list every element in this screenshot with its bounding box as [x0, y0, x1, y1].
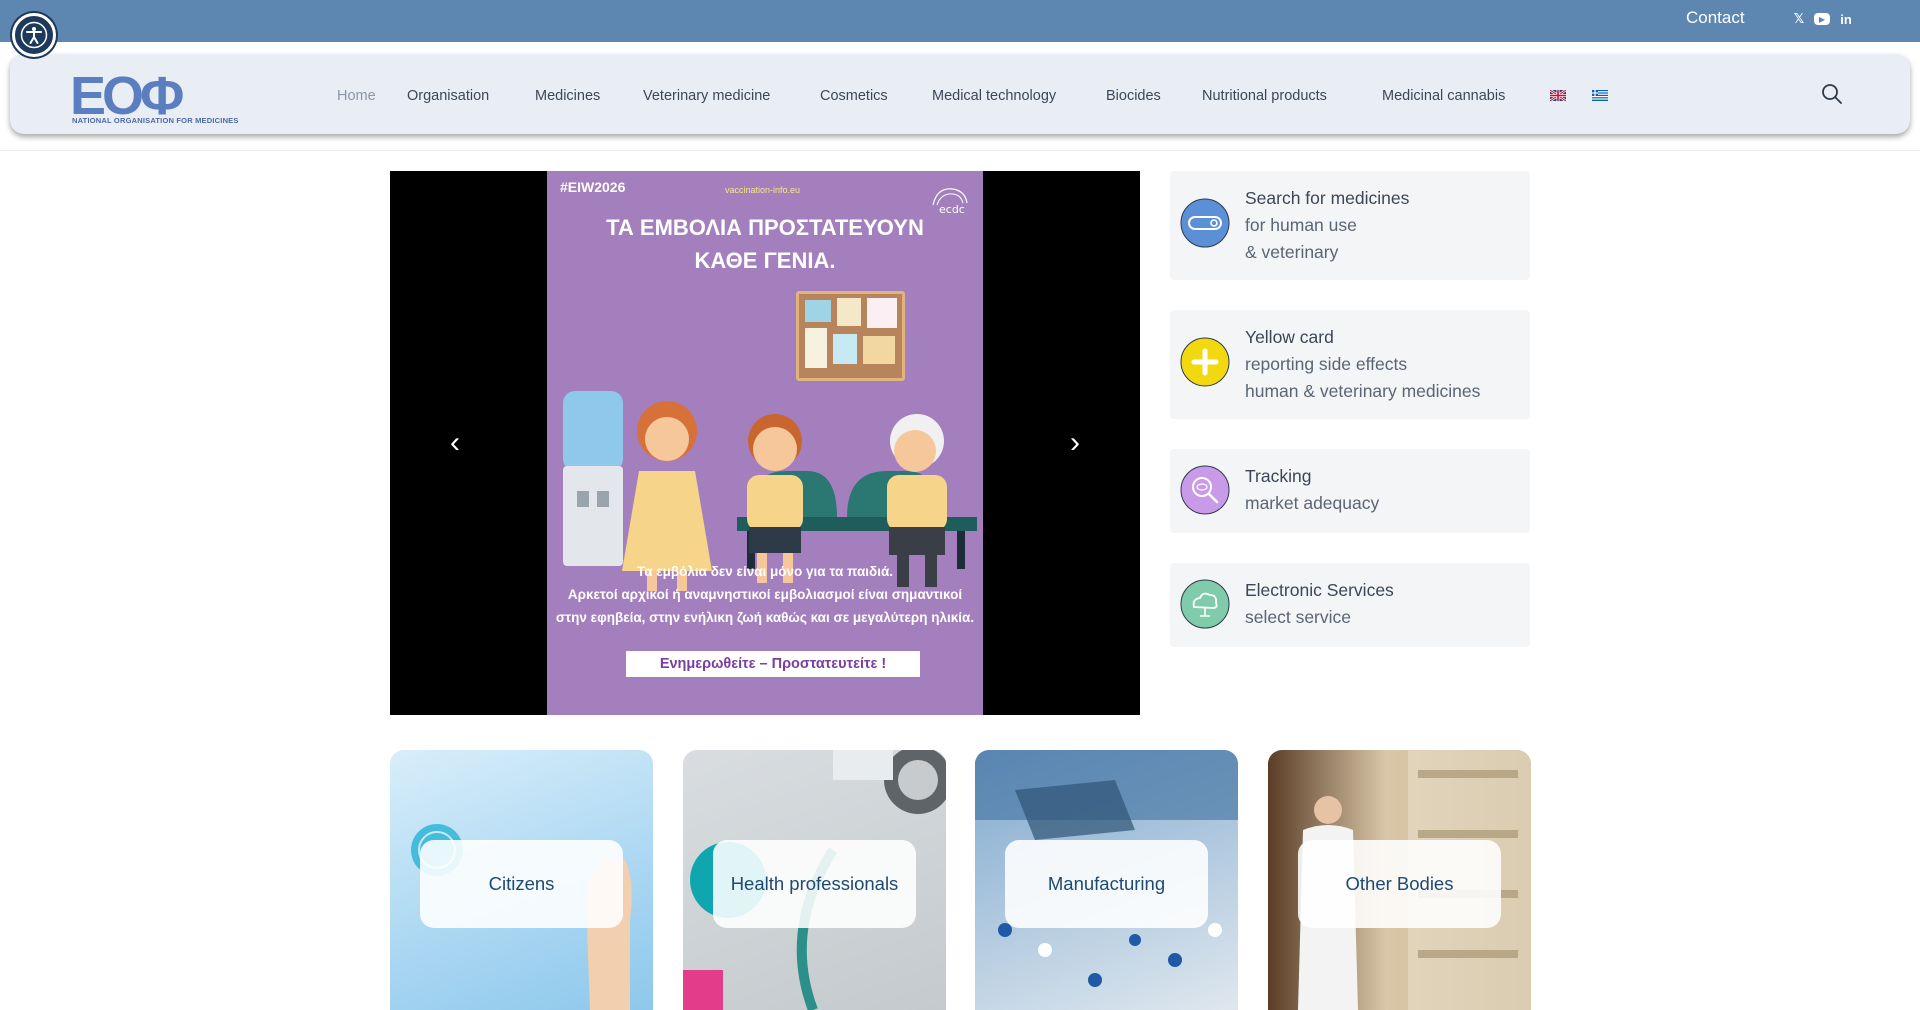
search-icon[interactable] [1820, 82, 1844, 106]
quick-link-electronic-services[interactable]: Electronic Services select service [1170, 563, 1530, 647]
nav-veterinary-medicine[interactable]: Veterinary medicine [643, 88, 770, 104]
tracking-icon [1180, 465, 1230, 515]
cloud-service-icon [1180, 579, 1230, 629]
youtube-icon[interactable]: ▶ [1814, 13, 1830, 25]
slide-body-line-2: Αρκετοί αρχικοί ή αναμνηστικοί εμβολιασμ… [567, 587, 963, 602]
english-flag-icon[interactable] [1550, 90, 1566, 101]
tile-health-professionals[interactable]: Health professionals [683, 750, 946, 1010]
tile-label: Citizens [420, 840, 623, 928]
accessibility-button[interactable] [12, 13, 56, 57]
quick-link-tracking[interactable]: Tracking market adequacy [1170, 449, 1530, 533]
nav-home[interactable]: Home [337, 88, 376, 104]
tile-other-bodies[interactable]: Other Bodies [1268, 750, 1531, 1010]
hero-slider[interactable]: #EIW2026 vaccination-info.eu ecdc ΤΑ ΕΜΒ… [390, 171, 1140, 715]
quick-link-line: for human use [1245, 215, 1357, 235]
nav-medical-technology[interactable]: Medical technology [932, 88, 1056, 104]
quick-link-yellow-card[interactable]: Yellow card reporting side effects human… [1170, 310, 1530, 419]
x-icon[interactable]: 𝕏 [1791, 11, 1807, 27]
quick-link-line: select service [1245, 607, 1352, 627]
yellow-card-icon [1180, 337, 1230, 387]
nav-cosmetics[interactable]: Cosmetics [820, 88, 888, 104]
linkedin-icon[interactable]: in [1838, 11, 1854, 27]
slide-headline-line-1: ΤΑ ΕΜΒΟΛΙΑ ΠΡΟΣΤΑΤΕΥΟΥΝ [606, 215, 924, 240]
quick-link-line: human & veterinary medicines [1245, 381, 1481, 401]
accessibility-icon [20, 21, 48, 49]
nav-medicines[interactable]: Medicines [535, 88, 600, 104]
slide-body: Τα εμβόλια δεν είναι μόνο για τα παιδιά.… [547, 560, 983, 629]
family-illustration [563, 391, 977, 591]
nav-biocides[interactable]: Biocides [1106, 88, 1161, 104]
slide-site: vaccination-info.eu [725, 185, 801, 195]
quick-link-title: Tracking [1245, 466, 1312, 486]
slider-next-arrow[interactable]: › [1065, 425, 1085, 461]
tile-citizens[interactable]: Citizens [390, 750, 653, 1010]
logo-subtitle: NATIONAL ORGANISATION FOR MEDICINES [72, 116, 239, 125]
slide-headline: ΤΑ ΕΜΒΟΛΙΑ ΠΡΟΣΤΑΤΕΥΟΥΝ ΚΑΘΕ ΓΕΝΙΑ. [547, 211, 983, 277]
slide-body-line-1: Τα εμβόλια δεν είναι μόνο για τα παιδιά. [636, 564, 894, 579]
slide-cta[interactable]: Ενημερωθείτε – Προστατευτείτε ! [626, 651, 920, 677]
quick-link-line: reporting side effects [1245, 354, 1408, 374]
slide-poster[interactable]: #EIW2026 vaccination-info.eu ecdc ΤΑ ΕΜΒ… [547, 171, 983, 715]
slide-hashtag: #EIW2026 [560, 179, 626, 195]
top-bar: Contact 𝕏 ▶ in [0, 0, 1920, 42]
quick-link-title: Electronic Services [1245, 580, 1394, 600]
greek-flag-icon[interactable] [1592, 90, 1608, 101]
quick-link-title: Search for medicines [1245, 188, 1410, 208]
slider-prev-arrow[interactable]: ‹ [445, 425, 465, 461]
quick-link-line: market adequacy [1245, 493, 1380, 513]
header-divider [0, 150, 1920, 151]
main-navbar: ΕΟΦ NATIONAL ORGANISATION FOR MEDICINES … [10, 54, 1910, 134]
nav-medicinal-cannabis[interactable]: Medicinal cannabis [1382, 88, 1505, 104]
quick-link-line: & veterinary [1245, 242, 1339, 262]
pill-search-icon [1180, 198, 1230, 248]
slide-body-line-3: στην εφηβεία, στην ενήλικη ζωή καθώς και… [555, 610, 975, 625]
quick-link-search-medicines[interactable]: Search for medicines for human use & vet… [1170, 171, 1530, 280]
contact-link[interactable]: Contact [1686, 8, 1745, 28]
quick-link-title: Yellow card [1245, 327, 1334, 347]
tile-manufacturing[interactable]: Manufacturing [975, 750, 1238, 1010]
tile-label: Other Bodies [1298, 840, 1501, 928]
slide-headline-line-2: ΚΑΘΕ ΓΕΝΙΑ. [694, 248, 836, 273]
nav-organisation[interactable]: Organisation [407, 88, 489, 104]
nav-nutritional-products[interactable]: Nutritional products [1202, 88, 1327, 104]
tile-label: Manufacturing [1005, 840, 1208, 928]
tile-label: Health professionals [713, 840, 916, 928]
